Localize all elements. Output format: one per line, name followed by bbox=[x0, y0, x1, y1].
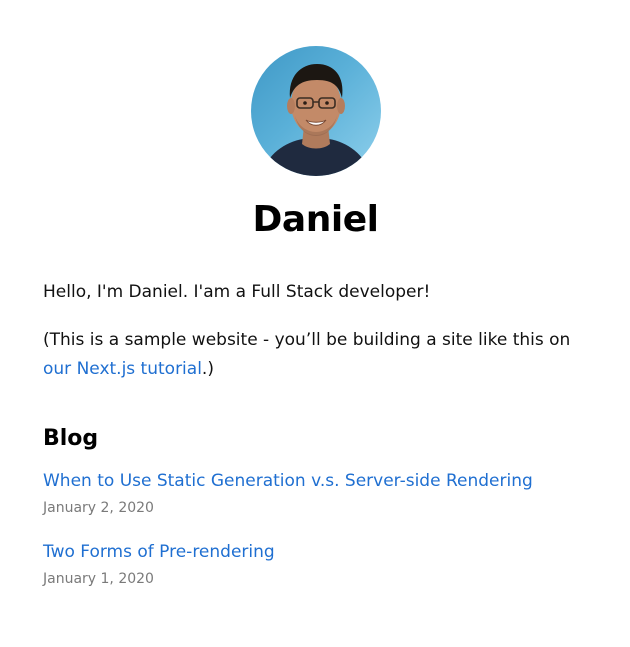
page-container: Daniel Hello, I'm Daniel. I'am a Full St… bbox=[43, 0, 588, 611]
intro-note-suffix: .) bbox=[201, 359, 214, 379]
post-title-link[interactable]: Two Forms of Pre-rendering bbox=[43, 540, 588, 564]
profile-header: Daniel bbox=[43, 0, 588, 242]
avatar bbox=[250, 46, 381, 176]
post-date: January 1, 2020 bbox=[43, 571, 154, 587]
blog-heading: Blog bbox=[43, 426, 99, 451]
nextjs-tutorial-link[interactable]: our Next.js tutorial bbox=[43, 359, 202, 379]
intro-greeting: Hello, I'm Daniel. I'am a Full Stack dev… bbox=[43, 282, 431, 302]
post-date: January 2, 2020 bbox=[43, 500, 154, 516]
list-item: Two Forms of Pre-rendering January 1, 20… bbox=[43, 540, 588, 589]
intro-note: (This is a sample website - you’ll be bu… bbox=[43, 326, 588, 384]
avatar-portrait bbox=[260, 64, 371, 176]
post-list: When to Use Static Generation v.s. Serve… bbox=[43, 469, 588, 589]
profile-name: Daniel bbox=[252, 199, 379, 240]
intro-note-prefix: (This is a sample website - you’ll be bu… bbox=[43, 330, 571, 350]
post-title-link[interactable]: When to Use Static Generation v.s. Serve… bbox=[43, 469, 588, 493]
list-item: When to Use Static Generation v.s. Serve… bbox=[43, 469, 588, 518]
blog-section: Blog When to Use Static Generation v.s. … bbox=[43, 424, 588, 589]
intro-section: Hello, I'm Daniel. I'am a Full Stack dev… bbox=[43, 278, 588, 384]
